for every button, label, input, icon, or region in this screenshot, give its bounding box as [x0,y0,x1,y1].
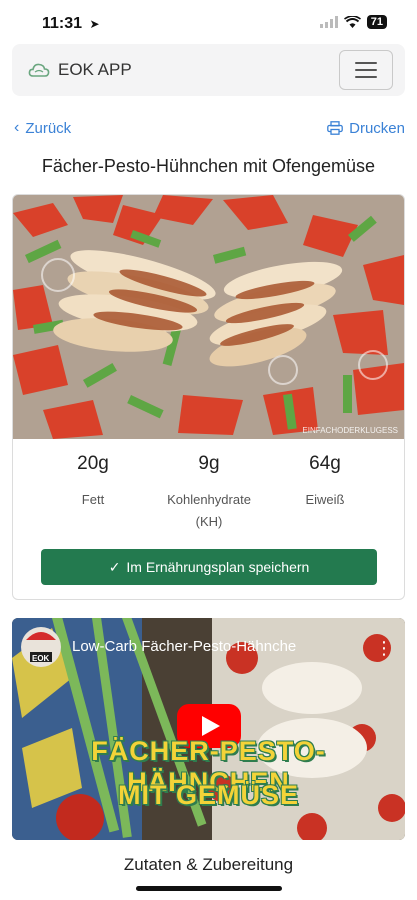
hamburger-icon [355,62,377,64]
home-indicator[interactable] [136,886,282,891]
video-overlay-line2: MIT GEMÜSE [117,780,299,810]
channel-avatar-label: EOK [32,654,50,663]
nutrition-label: Fett [81,492,105,507]
nutrition-carbs: 9g Kohlenhydrate (KH) [149,453,269,533]
cloud-logo-icon [28,63,50,77]
save-to-plan-button[interactable]: ✓ Im Ernährungsplan speichern [41,549,377,585]
menu-button[interactable] [339,50,393,90]
nutrition-label: Eiweiß [305,492,345,507]
recipe-card: EINFACHODERKLUGESS 20g Fett 9g Kohlenhyd… [12,194,405,600]
chevron-left-icon: ‹ [14,119,20,136]
ingredients-heading: Zutaten & Zubereitung [123,855,294,874]
status-icons: 71 [319,15,387,29]
hamburger-icon-bar [355,76,377,78]
video-title[interactable]: Low-Carb Fächer-Pesto-Hähnche [72,638,296,655]
print-link[interactable]: Drucken [327,120,405,137]
more-vertical-icon[interactable]: ⋮ [375,638,393,659]
video-embed[interactable]: EOK Low-Carb Fächer-Pesto-Hähnche ⋮ FÄCH… [12,618,405,840]
back-label: Zurück [25,119,72,137]
brand[interactable]: EOK APP [28,60,132,80]
status-time-text: 11:31 [42,15,83,32]
battery-icon: 71 [366,15,387,29]
nutrition-fat: 20g Fett [33,453,153,511]
save-label: Im Ernährungsplan speichern [126,559,310,575]
location-arrow-icon: ➤ [89,17,100,31]
hamburger-icon-bar [355,69,377,71]
signal-icon [319,16,338,28]
brand-name: EOK APP [58,60,132,79]
photo-watermark: EINFACHODERKLUGESS [302,426,398,435]
status-time: 11:31 ➤ [42,15,100,33]
recipe-photo-art [13,195,404,439]
back-link[interactable]: ‹ Zurück [14,119,71,137]
app-header: EOK APP [12,44,405,96]
printer-icon [327,121,343,135]
recipe-title: Fächer-Pesto-Hühnchen mit Ofengemüse [41,156,376,176]
checkmark-icon: ✓ [108,558,121,575]
nutrition-value: 64g [309,453,341,474]
nutrition-protein: 64g Eiweiß [265,453,385,511]
action-links: ‹ Zurück Drucken [14,118,405,138]
print-label: Drucken [349,119,405,137]
nutrition-value: 9g [198,453,220,474]
nutrition-value: 20g [77,453,109,474]
nutrition-label: Kohlenhydrate (KH) [167,492,251,529]
wifi-icon [343,16,361,28]
status-bar: 11:31 ➤ 71 [0,0,417,44]
recipe-photo: EINFACHODERKLUGESS [13,195,404,439]
